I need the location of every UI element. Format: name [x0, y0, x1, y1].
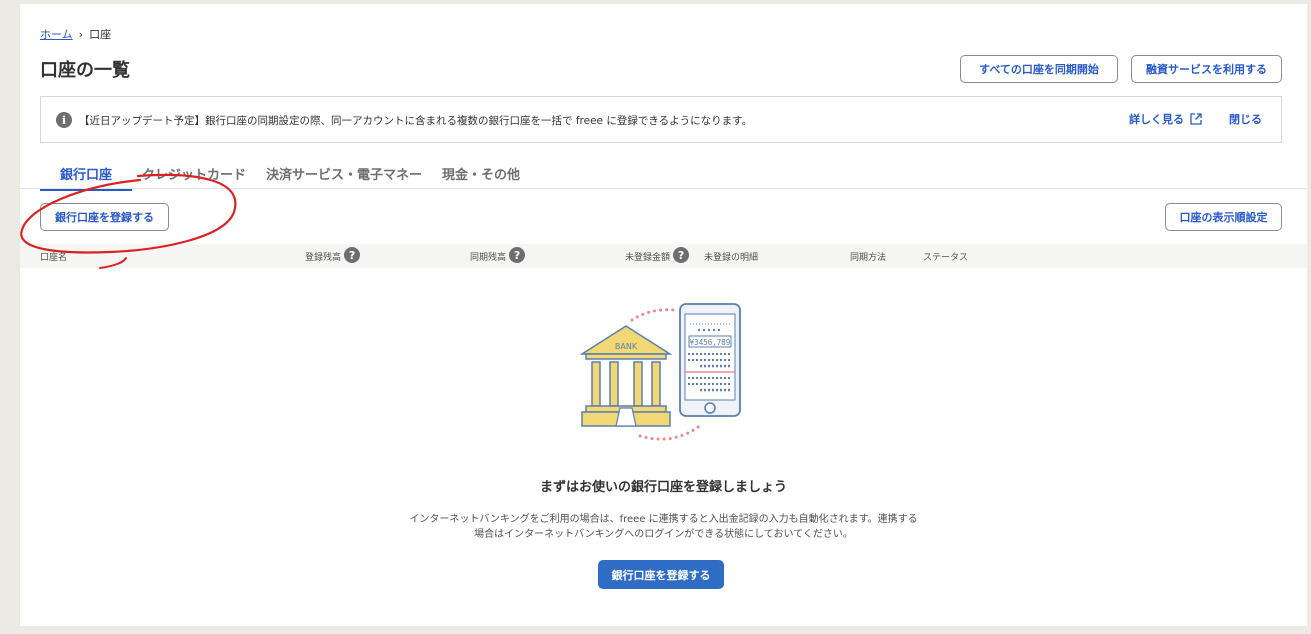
column-header-status[interactable]: ステータス: [923, 250, 968, 263]
column-header-unregistered-details[interactable]: 未登録の明細: [704, 250, 758, 263]
breadcrumb: ホーム › 口座: [40, 26, 111, 42]
bank-sign-text: BANK: [615, 342, 638, 351]
tab-payment-services[interactable]: 決済サービス・電子マネー: [256, 164, 432, 191]
column-header-synced-balance[interactable]: 同期残高 ?: [470, 247, 526, 263]
column-label: 登録残高: [305, 253, 342, 263]
register-bank-account-button[interactable]: 銀行口座を登録する: [40, 203, 169, 231]
column-header-registered-balance[interactable]: 登録残高 ?: [305, 247, 361, 263]
notice-close-link[interactable]: 閉じる: [1229, 111, 1262, 127]
column-label: 未登録の明細: [704, 253, 759, 263]
column-header-unregistered-amount[interactable]: 未登録金額 ?: [625, 247, 690, 263]
empty-state-register-button[interactable]: 銀行口座を登録する: [598, 560, 724, 589]
tab-bank-accounts[interactable]: 銀行口座: [40, 164, 133, 191]
tabs-divider: [20, 188, 1307, 189]
notice-details-link[interactable]: 詳しく見る: [1129, 111, 1202, 127]
notice-text: 【近日アップデート予定】銀行口座の同期設定の際、同一アカウントに含まれる複数の銀…: [79, 115, 753, 127]
bank-smartphone-illustration: BANK ¥3456,789: [580, 303, 741, 441]
tab-cash-other[interactable]: 現金・その他: [432, 164, 530, 191]
column-label: 未登録金額: [625, 253, 671, 263]
empty-state-title: まずはお使いの銀行口座を登録しましょう: [539, 480, 787, 495]
notice-details-label: 詳しく見る: [1129, 113, 1184, 126]
update-notice-banner: i 【近日アップデート予定】銀行口座の同期設定の際、同一アカウントに含まれる複数…: [40, 96, 1282, 143]
column-label: 同期残高: [470, 253, 507, 263]
column-label: ステータス: [923, 253, 969, 263]
account-display-order-button[interactable]: 口座の表示順設定: [1165, 203, 1282, 231]
info-icon: i: [56, 112, 72, 128]
question-icon[interactable]: ?: [673, 247, 690, 263]
tab-credit-cards[interactable]: クレジットカード: [132, 164, 256, 191]
column-label: 同期方法: [850, 253, 887, 263]
column-header-sync-method[interactable]: 同期方法: [850, 250, 886, 263]
sync-all-accounts-button[interactable]: すべての口座を同期開始: [960, 55, 1118, 83]
breadcrumb-current: 口座: [89, 28, 112, 41]
column-label: 口座名: [40, 253, 68, 263]
page-container: ホーム › 口座 口座の一覧 すべての口座を同期開始 融資サービスを利用する i…: [20, 4, 1307, 626]
question-icon[interactable]: ?: [344, 247, 361, 263]
empty-state-description-line: インターネットバンキングをご利用の場合は、freee に連携すると入出金記録の入…: [409, 514, 918, 525]
empty-state-description-line: 場合はインターネットバンキングへのログインができる状態にしておいてください。: [474, 529, 853, 540]
question-icon[interactable]: ?: [509, 247, 526, 263]
empty-state-description: インターネットバンキングをご利用の場合は、freee に連携すると入出金記録の入…: [20, 512, 1307, 542]
smartphone-icon: ¥3456,789: [679, 303, 741, 417]
table-header: 口座名 登録残高 ? 同期残高 ? 未登録金額 ? 未登録の明細 同期方法 ステ…: [20, 244, 1307, 268]
column-header-account-name[interactable]: 口座名: [40, 250, 67, 263]
bank-icon: BANK: [580, 325, 673, 427]
external-link-icon: [1190, 113, 1202, 125]
account-type-tabs: 銀行口座 クレジットカード 決済サービス・電子マネー 現金・その他: [40, 164, 530, 191]
page-title: 口座の一覧: [40, 60, 130, 81]
phone-amount-text: ¥3456,789: [690, 338, 731, 347]
breadcrumb-home-link[interactable]: ホーム: [40, 26, 73, 42]
finance-service-button[interactable]: 融資サービスを利用する: [1131, 55, 1282, 83]
chevron-right-icon: ›: [78, 27, 84, 41]
